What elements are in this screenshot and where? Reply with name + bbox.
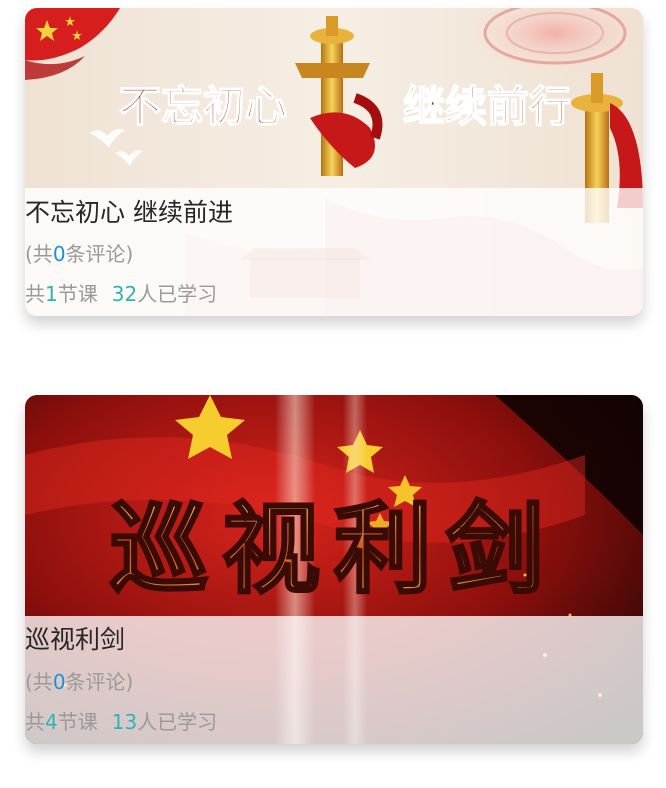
course-card-1[interactable]: 不忘初心 继续前行 不忘初心 继续前进 (共0条评论) 共1节课 32人已学习 [25,8,643,316]
learners-count: 13 [111,710,138,734]
lessons-count: 1 [45,282,58,306]
comment-suffix: 条评论) [65,670,134,694]
course-title[interactable]: 巡视利剑 [25,620,125,656]
learners-count: 32 [111,282,138,306]
comment-prefix: (共 [25,242,53,266]
lessons-suffix: 节课 [57,282,98,306]
comment-count[interactable]: (共0条评论) [25,238,133,267]
comment-count-value: 0 [52,670,66,694]
comment-suffix: 条评论) [65,242,134,266]
course-stats: 共4节课 13人已学习 [25,706,217,735]
banner-text: 巡视利剑 [110,497,558,605]
course-card-2[interactable]: 巡视利剑 巡视利剑 (共0条评论) 共4节课 13人已学习 [25,395,643,744]
course-info-panel-1: 不忘初心 继续前进 (共0条评论) 共1节课 32人已学习 [25,188,643,316]
comment-count[interactable]: (共0条评论) [25,666,133,695]
comment-prefix: (共 [25,670,53,694]
lessons-count: 4 [45,710,58,734]
lessons-suffix: 节课 [57,710,98,734]
lessons-prefix: 共 [25,710,45,734]
course-stats: 共1节课 32人已学习 [25,278,217,307]
banner-text-right: 继续前行 [403,84,571,131]
banner-text-left: 不忘初心 [119,84,287,131]
learners-suffix: 人已学习 [137,282,218,306]
course-info-panel-2: 巡视利剑 (共0条评论) 共4节课 13人已学习 [25,616,643,744]
lessons-prefix: 共 [25,282,45,306]
learners-suffix: 人已学习 [137,710,218,734]
course-title[interactable]: 不忘初心 继续前进 [25,193,233,229]
comment-count-value: 0 [52,242,66,266]
